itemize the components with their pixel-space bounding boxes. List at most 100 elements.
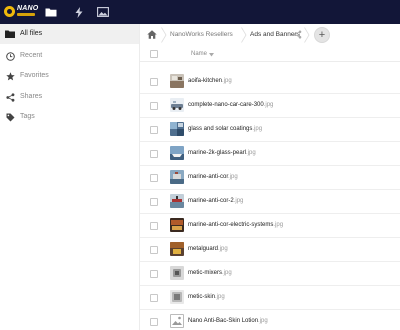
file-basename: glass and solar coatings <box>188 126 253 132</box>
logo-wordmark: NANO <box>17 5 39 12</box>
sidebar-item-favorites[interactable]: Favorites <box>0 66 139 86</box>
file-extension: .jpg <box>258 318 268 324</box>
file-thumbnail[interactable] <box>170 122 184 136</box>
home-icon[interactable] <box>147 30 157 40</box>
file-thumbnail[interactable] <box>170 290 184 304</box>
file-name-complete-nano-car-care-300[interactable]: complete-nano-car-care-300.jpg <box>188 102 273 108</box>
row-select-checkbox[interactable] <box>150 198 158 206</box>
file-extension: .jpg <box>222 78 232 84</box>
file-extension: .jpg <box>233 198 244 204</box>
file-list-header: Name <box>140 46 400 62</box>
nano-logo[interactable]: NANO <box>4 5 39 19</box>
sort-caret-icon[interactable] <box>209 52 214 57</box>
photos-app-image-icon[interactable] <box>96 5 110 19</box>
file-name-aoifa-kitchen[interactable]: aoifa-kitchen.jpg <box>188 78 232 84</box>
table-row[interactable]: complete-nano-car-care-300.jpg <box>140 94 400 118</box>
file-extension: .jpg <box>246 150 256 156</box>
file-basename: metic-skin <box>188 294 216 300</box>
files-app-folder-icon[interactable] <box>44 5 58 19</box>
logo-mark-icon <box>4 6 15 17</box>
table-row[interactable]: marine-anti-cor-2.jpg <box>140 190 400 214</box>
star-icon <box>5 71 15 81</box>
row-select-checkbox[interactable] <box>150 270 158 278</box>
file-thumbnail[interactable] <box>170 74 184 88</box>
breadcrumb-separator-icon <box>304 27 310 43</box>
file-thumbnail[interactable] <box>170 314 184 328</box>
row-select-checkbox[interactable] <box>150 222 158 230</box>
file-basename: marine-anti-cor <box>188 174 229 180</box>
sidebar-item-label: Recent <box>20 52 43 59</box>
file-basename: complete-nano-car-care-300 <box>188 102 264 108</box>
file-name-metalguard[interactable]: metalguard.jpg <box>188 246 228 252</box>
row-select-checkbox[interactable] <box>150 126 158 134</box>
row-select-checkbox[interactable] <box>150 102 158 110</box>
sidebar-nav: All files Recent Favorites Shares Tags <box>0 24 140 330</box>
sidebar-item-all-files[interactable]: All files <box>0 24 139 44</box>
table-row[interactable]: Nano Anti-Bac-Skin Lotion.jpg <box>140 310 400 330</box>
file-thumbnail[interactable] <box>170 218 184 232</box>
sidebar-item-recent[interactable]: Recent <box>0 46 139 66</box>
file-thumbnail[interactable] <box>170 242 184 256</box>
file-extension: .jpg <box>222 270 232 276</box>
file-name-marine-anti-cor[interactable]: marine-anti-cor.jpg <box>188 174 238 180</box>
select-all-checkbox[interactable] <box>150 50 158 58</box>
file-name-nano-anti-bac-skin-lotion[interactable]: Nano Anti-Bac-Skin Lotion.jpg <box>188 318 268 324</box>
file-extension: .jpg <box>273 222 284 228</box>
file-basename: Nano Anti-Bac-Skin Lotion <box>188 318 259 324</box>
name-column-header[interactable]: Name <box>191 51 207 57</box>
activity-app-lightning-icon[interactable] <box>72 5 86 19</box>
table-row[interactable]: metic-mixers.jpg <box>140 262 400 286</box>
clock-icon <box>5 51 15 61</box>
file-name-metic-mixers[interactable]: metic-mixers.jpg <box>188 270 232 276</box>
file-name-marine-anti-cor-electric-systems[interactable]: marine-anti-cor-electric-systems.jpg <box>188 222 283 228</box>
file-thumbnail[interactable] <box>170 146 184 160</box>
file-extension: .jpg <box>228 174 238 180</box>
file-name-marine-anti-cor-2[interactable]: marine-anti-cor-2.jpg <box>188 198 243 204</box>
tag-icon <box>5 112 15 122</box>
table-row[interactable]: metalguard.jpg <box>140 238 400 262</box>
file-name-metic-skin[interactable]: metic-skin.jpg <box>188 294 225 300</box>
file-name-glass-and-solar-coatings[interactable]: glass and solar coatings.jpg <box>188 126 262 132</box>
row-select-checkbox[interactable] <box>150 246 158 254</box>
sidebar-item-label: All files <box>20 30 43 37</box>
row-select-checkbox[interactable] <box>150 294 158 302</box>
table-row[interactable]: metic-skin.jpg <box>140 286 400 310</box>
file-basename: marine-anti-cor-electric-systems <box>188 222 274 228</box>
sidebar-item-shares[interactable]: Shares <box>0 87 139 107</box>
table-row[interactable]: aoifa-kitchen.jpg <box>140 70 400 94</box>
file-thumbnail[interactable] <box>170 98 184 112</box>
breadcrumb-item-nanoworks-resellers[interactable]: NanoWorks Resellers <box>170 31 233 38</box>
row-select-checkbox[interactable] <box>150 78 158 86</box>
file-basename: aoifa-kitchen <box>188 78 223 84</box>
table-row[interactable]: marine-anti-cor-electric-systems.jpg <box>140 214 400 238</box>
file-thumbnail[interactable] <box>170 266 184 280</box>
breadcrumb-separator-icon <box>161 27 167 43</box>
breadcrumb: NanoWorks Resellers Ads and Banners + <box>140 24 400 46</box>
breadcrumb-separator-icon <box>241 27 247 43</box>
add-new-button[interactable]: + <box>314 27 330 43</box>
table-row[interactable]: marine-2k-glass-pearl.jpg <box>140 142 400 166</box>
logo-underline <box>17 13 35 16</box>
share-icon <box>5 92 15 102</box>
file-extension: .jpg <box>252 126 263 132</box>
folder-icon <box>5 29 15 39</box>
file-basename: marine-2k-glass-pearl <box>188 150 247 156</box>
table-row[interactable]: glass and solar coatings.jpg <box>140 118 400 142</box>
sidebar-item-label: Favorites <box>20 72 49 79</box>
share-folder-icon[interactable] <box>293 30 302 39</box>
row-select-checkbox[interactable] <box>150 150 158 158</box>
file-extension: .jpg <box>218 246 228 252</box>
file-list: Name aoifa-kitchen.jpg complete-nano-car-… <box>140 46 400 330</box>
table-row[interactable]: marine-anti-cor.jpg <box>140 166 400 190</box>
file-thumbnail[interactable] <box>170 170 184 184</box>
row-select-checkbox[interactable] <box>150 174 158 182</box>
file-basename: metalguard <box>188 246 219 252</box>
file-name-marine-2k-glass-pearl[interactable]: marine-2k-glass-pearl.jpg <box>188 150 256 156</box>
row-select-checkbox[interactable] <box>150 318 158 326</box>
file-basename: marine-anti-cor-2 <box>188 198 234 204</box>
file-thumbnail[interactable] <box>170 194 184 208</box>
file-basename: metic-mixers <box>188 270 222 276</box>
file-extension: .jpg <box>263 102 274 108</box>
sidebar-item-label: Shares <box>20 93 43 100</box>
sidebar-item-tags[interactable]: Tags <box>0 107 139 127</box>
